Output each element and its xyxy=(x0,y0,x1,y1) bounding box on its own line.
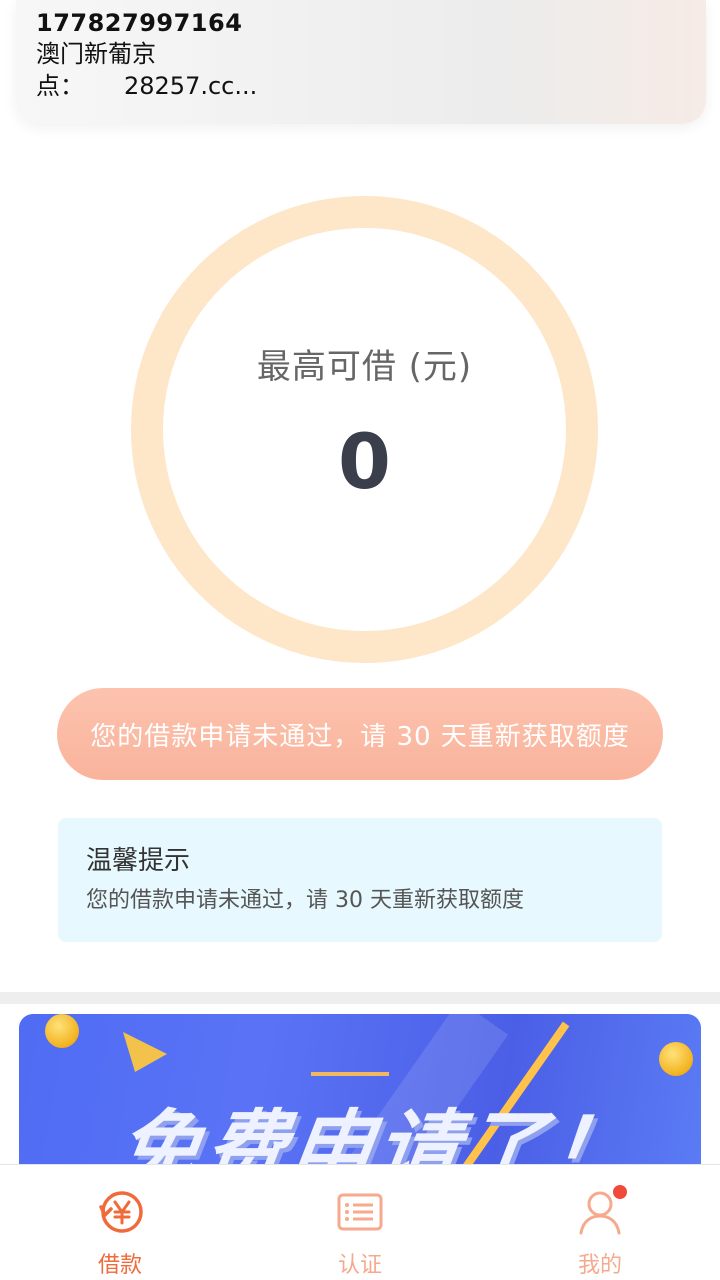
tip-title: 温馨提示 xyxy=(86,846,191,876)
banner-underline xyxy=(311,1072,389,1076)
tab-label-loan: 借款 xyxy=(97,1253,142,1278)
loan-yuan-icon xyxy=(93,1185,147,1239)
tip-text: 您的借款申请未通过，请 30 天重新获取额度 xyxy=(86,888,524,913)
push-notification[interactable]: 177827997164 澳门新葡京 点： 28257.cc... xyxy=(16,0,706,124)
notification-line-2-prefix: 点： xyxy=(36,72,84,100)
tab-loan[interactable]: 借款 xyxy=(0,1165,240,1280)
tip-box: 温馨提示 您的借款申请未通过，请 30 天重新获取额度 xyxy=(58,818,662,942)
loan-status-button[interactable]: 您的借款申请未通过，请 30 天重新获取额度 xyxy=(57,688,663,780)
tab-label-certification: 认证 xyxy=(337,1253,382,1278)
app-screen: 177827997164 澳门新葡京 点： 28257.cc... 最高可借 (元… xyxy=(0,0,720,1280)
section-divider xyxy=(0,992,720,1004)
profile-person-icon xyxy=(573,1185,627,1239)
limit-value: 0 xyxy=(338,417,391,506)
certification-list-icon xyxy=(333,1185,387,1239)
coin-icon xyxy=(659,1042,693,1076)
banner-triangle-icon xyxy=(123,1032,167,1072)
notification-title: 177827997164 xyxy=(36,9,243,37)
credit-limit-ring: 最高可借 (元) 0 xyxy=(131,196,598,663)
coin-icon xyxy=(45,1014,79,1048)
tab-label-profile: 我的 xyxy=(577,1253,622,1278)
limit-label: 最高可借 (元) xyxy=(256,347,473,387)
tab-profile[interactable]: 我的 xyxy=(480,1165,720,1280)
bottom-tab-bar: 借款 认证 我的 xyxy=(0,1164,720,1280)
notification-line-2-value: 28257.cc... xyxy=(124,72,258,100)
notification-dot xyxy=(613,1185,627,1199)
notification-line-2: 点： 28257.cc... xyxy=(36,70,686,102)
notification-line-1: 澳门新葡京 xyxy=(36,40,156,68)
tab-certification[interactable]: 认证 xyxy=(240,1165,480,1280)
